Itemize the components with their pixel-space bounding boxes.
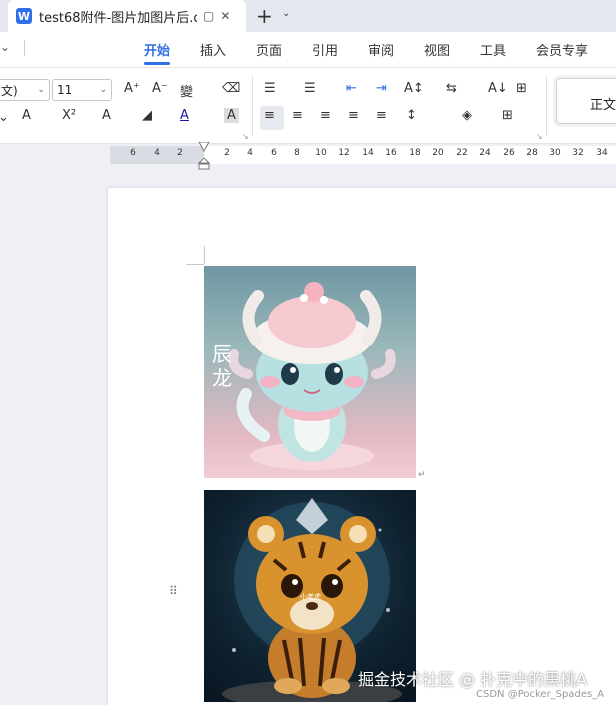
ruler-tick-label: 10 (315, 148, 327, 158)
font-color-button[interactable]: A (180, 108, 189, 123)
bullets-button[interactable]: ☰ (264, 81, 276, 96)
csdn-watermark: CSDN @Pocker_Spades_A (476, 689, 605, 700)
collapse-menu-icon[interactable]: ⌄ (0, 40, 10, 54)
ribbon-separator (252, 76, 253, 136)
ruler-tick-label: 14 (362, 148, 374, 158)
menu-divider (24, 40, 25, 56)
style-normal-label: 正文 (590, 98, 616, 113)
decrease-indent-button[interactable]: ⇤ (346, 81, 357, 96)
grow-font-button[interactable]: A⁺ (124, 81, 140, 96)
ruler-tick-label: 20 (432, 148, 444, 158)
strikethrough-button[interactable]: A (22, 108, 31, 123)
first-line-indent-icon[interactable] (198, 142, 210, 152)
menu-references[interactable]: 引用 (312, 40, 338, 59)
juejin-watermark: 掘金技术社区 @ 扑克中的黑桃A (358, 670, 588, 689)
dragon-calligraphy-text: 辰龙 (212, 342, 232, 390)
font-dialog-launcher-icon[interactable]: ↘ (242, 132, 249, 141)
new-tab-icon[interactable]: + (256, 4, 273, 28)
superscript-button[interactable]: X² (62, 108, 76, 123)
active-tab-underline (144, 62, 170, 65)
ruler-tick-label: 12 (338, 148, 350, 158)
menu-bar (0, 32, 616, 68)
menu-view[interactable]: 视图 (424, 40, 450, 59)
margin-corner-mark (204, 246, 205, 264)
underline-dropdown-icon[interactable]: ⌄ (0, 110, 9, 125)
ruler-tick-label: 4 (247, 148, 253, 158)
align-center-button[interactable]: ≡ (292, 108, 303, 123)
distributed-button[interactable]: ≡ (376, 108, 387, 123)
wps-writer-logo-icon: W (16, 8, 32, 24)
menu-member[interactable]: 会员专享 (536, 40, 588, 59)
font-name-value: 文) (1, 83, 18, 98)
ruler-tick-label: 22 (456, 148, 468, 158)
ruler-tick-label: 24 (479, 148, 491, 158)
increase-indent-button[interactable]: ⇥ (376, 81, 387, 96)
paragraph-dialog-launcher-icon[interactable]: ↘ (536, 132, 543, 141)
hanging-indent-icon[interactable] (198, 158, 210, 170)
menu-tools[interactable]: 工具 (480, 40, 506, 59)
ruler-tick-label: 34 (596, 148, 608, 158)
char-shading-button[interactable]: A (224, 108, 239, 123)
font-size-value: 11 (57, 83, 73, 97)
ruler-tick-label: 4 (154, 148, 160, 158)
ruler-tick-label: 26 (503, 148, 515, 158)
paragraph-mark-icon: ↵ (418, 470, 426, 480)
ruler-tick-label: 2 (177, 148, 183, 158)
numbering-button[interactable]: ☰ (304, 81, 316, 96)
ruler-tick-label: 18 (409, 148, 421, 158)
tiger-inner-label: 小老虎 (300, 593, 321, 601)
sort-button[interactable]: A↓ (488, 81, 508, 96)
shrink-font-button[interactable]: A⁻ (152, 81, 168, 96)
paragraph-shading-button[interactable]: ◈ (462, 108, 472, 123)
ruler-tick-label: 28 (526, 148, 538, 158)
margin-corner-mark (186, 264, 204, 265)
ruler-tick-label: 30 (549, 148, 561, 158)
ruler-tick-label: 6 (271, 148, 277, 158)
borders-button[interactable]: ⊞ (502, 108, 513, 123)
menu-home[interactable]: 开始 (144, 40, 170, 59)
phonetic-guide-button[interactable]: 變 (180, 81, 193, 100)
restore-window-icon[interactable]: ▢ (203, 9, 214, 23)
chevron-down-icon: ⌄ (99, 85, 107, 95)
ruler-tick-label: 32 (572, 148, 584, 158)
justify-button[interactable]: ≡ (348, 108, 359, 123)
chevron-down-icon: ⌄ (37, 85, 45, 95)
menu-page[interactable]: 页面 (256, 40, 282, 59)
ruler-tick-label: 6 (130, 148, 136, 158)
text-direction-button[interactable]: A↕ (404, 81, 424, 96)
line-spacing-button[interactable]: ↕ (406, 108, 417, 123)
drag-handle-icon[interactable]: ⠿ (169, 585, 179, 597)
text-effect-button[interactable]: A (102, 108, 111, 123)
swap-button[interactable]: ⇆ (446, 81, 457, 96)
font-size-select[interactable]: 11 ⌄ (52, 79, 112, 101)
close-tab-icon[interactable]: ✕ (220, 9, 230, 23)
show-marks-button[interactable]: ⊞ (516, 81, 527, 96)
document-tab[interactable]: W test68附件-图片加图片后.doc ▢ ✕ (8, 0, 246, 32)
menu-review[interactable]: 审阅 (368, 40, 394, 59)
ruler-tick-label: 16 (385, 148, 397, 158)
ruler-tick-label: 8 (294, 148, 300, 158)
ruler-tick-label: 2 (224, 148, 230, 158)
dragon-image[interactable]: 辰龙 (204, 266, 416, 478)
highlight-button[interactable]: ◢ (142, 108, 152, 123)
clear-format-icon[interactable]: ⌫ (222, 81, 240, 96)
align-right-button[interactable]: ≡ (320, 108, 331, 123)
menu-insert[interactable]: 插入 (200, 40, 226, 59)
font-name-select[interactable]: 文) ⌄ (0, 79, 50, 101)
document-tab-title: test68附件-图片加图片后.doc (39, 10, 197, 26)
new-tab-dropdown-icon[interactable]: ⌄ (282, 8, 290, 19)
align-left-button[interactable]: ≡ (264, 108, 275, 123)
ribbon-separator (546, 76, 547, 136)
